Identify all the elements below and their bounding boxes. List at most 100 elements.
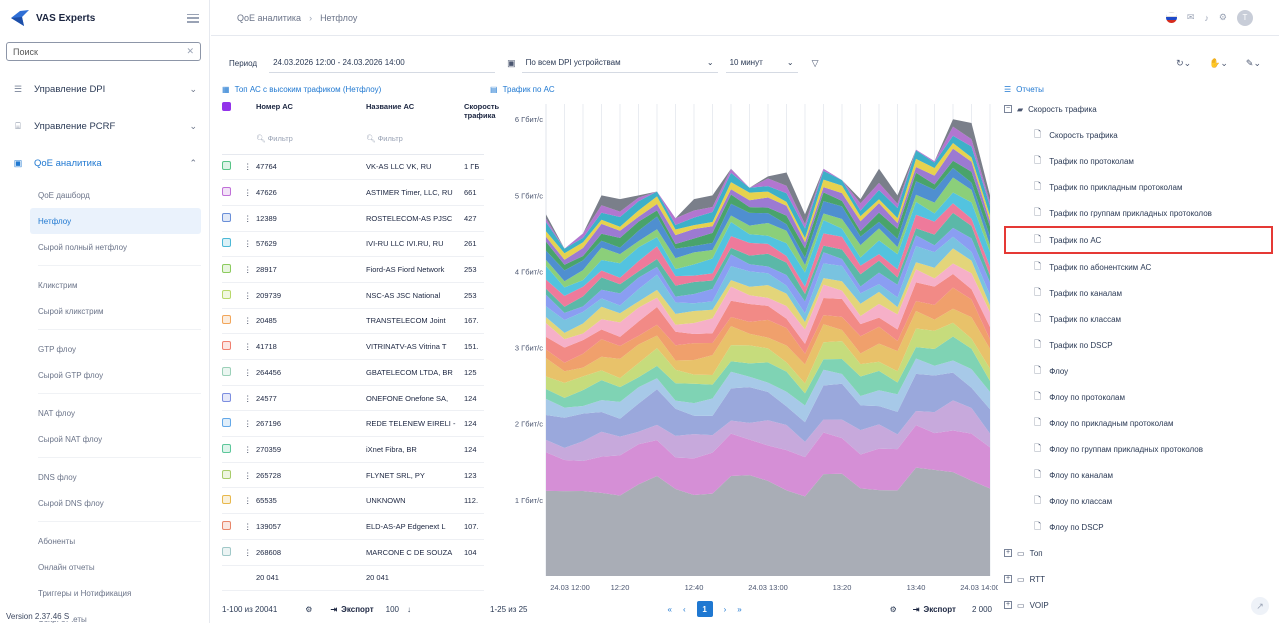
notification-icon[interactable]: ♪ (1204, 13, 1209, 23)
sidebar-item-dns[interactable]: DNS флоу (0, 464, 209, 490)
page-size-select[interactable]: 2 000 (972, 605, 992, 614)
drag-handle-icon[interactable]: ⋮ (244, 256, 256, 283)
table-row[interactable]: ⋮ 47764 VK-AS LLC VK, RU 1 ГБ (222, 154, 484, 181)
row-checkbox[interactable] (222, 289, 231, 299)
drag-handle-icon[interactable]: ⋮ (244, 359, 256, 386)
report-item[interactable]: 🗋 Флоу по группам прикладных протоколов (1004, 436, 1279, 462)
report-item[interactable]: 🗋 Трафик по каналам (1004, 280, 1279, 306)
report-item[interactable]: 🗋 Трафик по АС (1004, 226, 1273, 254)
brush-icon[interactable]: ✎⌄ (1246, 58, 1261, 69)
filter-icon[interactable]: ▽ (812, 58, 819, 69)
row-checkbox[interactable] (222, 418, 231, 428)
period-field[interactable]: 24.03.2026 12:00 - 24.03.2026 14:00 (269, 54, 496, 73)
report-group-speed[interactable]: − ▰ Скорость трафика (1004, 96, 1279, 122)
drag-handle-icon[interactable]: ⋮ (244, 385, 256, 412)
refresh-icon[interactable]: ↻⌄ (1176, 58, 1191, 69)
col-header-as-name[interactable]: Название АС (366, 96, 464, 124)
report-item[interactable]: 🗋 Трафик по DSCP (1004, 332, 1279, 358)
report-item[interactable]: 🗋 Трафик по протоколам (1004, 148, 1279, 174)
report-item[interactable]: 🗋 Флоу по классам (1004, 488, 1279, 514)
current-page[interactable]: 1 (696, 601, 713, 617)
table-row[interactable]: ⋮ 268608 MARCONE C DE SOUZA 104 (222, 539, 484, 566)
table-row[interactable]: ⋮ 270359 iXnet Fibra, BR 124 (222, 436, 484, 463)
expand-icon[interactable]: + (1004, 575, 1012, 583)
search-input[interactable] (13, 46, 187, 57)
row-checkbox[interactable] (222, 264, 231, 274)
drag-handle-icon[interactable]: ⋮ (244, 179, 256, 206)
sidebar-item-raw-dns[interactable]: Сырой DNS флоу (0, 490, 209, 516)
first-page-icon[interactable]: « (668, 605, 672, 614)
report-item[interactable]: 🗋 Трафик по абонентским АС (1004, 254, 1279, 280)
drag-handle-icon[interactable]: ⋮ (244, 205, 256, 232)
arrow-down-icon[interactable]: ↓ (407, 605, 411, 614)
table-row[interactable]: ⋮ 139057 ELD-AS-AP Edgenext L 107. (222, 513, 484, 540)
menu-toggle-icon[interactable] (187, 13, 199, 23)
col-header-as-number[interactable]: Номер АС (256, 96, 366, 124)
row-checkbox[interactable] (222, 366, 231, 376)
mail-icon[interactable]: ✉ (1187, 12, 1195, 23)
sidebar-item-triggers[interactable]: Триггеры и Нотификация (0, 580, 209, 606)
table-row[interactable]: ⋮ 267196 REDE TELENEW EIRELI -124 (222, 410, 484, 438)
report-item[interactable]: 🗋 Флоу (1004, 358, 1279, 384)
sidebar-item-raw-netflow[interactable]: Сырой полный нетфлоу (0, 234, 209, 260)
table-row[interactable]: ⋮ 12389 ROSTELECOM-AS PJSC 427 (222, 205, 484, 232)
sidebar-search[interactable]: ✕ (6, 42, 201, 61)
drag-handle-icon[interactable]: ⋮ (244, 154, 256, 181)
settings-icon[interactable]: ⚙ (1219, 12, 1227, 23)
drag-handle-icon[interactable]: ⋮ (244, 333, 256, 360)
table-row[interactable]: ⋮ 264456 GBATELECOM LTDA, BR 125 (222, 359, 484, 386)
report-item[interactable]: 🗋 Флоу по каналам (1004, 462, 1279, 488)
row-checkbox[interactable] (222, 161, 231, 171)
sidebar-item-raw-nat[interactable]: Сырой NAT флоу (0, 426, 209, 452)
report-item[interactable]: 🗋 Флоу по DSCP (1004, 514, 1279, 540)
expand-icon[interactable]: + (1004, 549, 1012, 557)
report-folder[interactable]: + ▭ Топ (1004, 540, 1279, 566)
table-row[interactable]: ⋮ 209739 NSC-AS JSC National 253 (222, 282, 484, 309)
as-name-filter[interactable]: 🔍︎ Фильтр (366, 124, 464, 155)
table-row[interactable]: ⋮ 65535 UNKNOWN 112. (222, 487, 484, 515)
export-button[interactable]: ⇥ Экспорт (913, 605, 956, 614)
report-item[interactable]: 🗋 Скорость трафика (1004, 122, 1279, 148)
row-checkbox[interactable] (222, 546, 231, 556)
row-checkbox[interactable] (222, 187, 231, 197)
drag-handle-icon[interactable]: ⋮ (244, 308, 256, 335)
report-item[interactable]: 🗋 Флоу по протоколам (1004, 384, 1279, 410)
interval-select[interactable]: 10 минут ⌄ (725, 54, 798, 73)
clear-icon[interactable]: ✕ (186, 46, 194, 57)
drag-handle-icon[interactable]: ⋮ (244, 462, 256, 489)
breadcrumb-root[interactable]: QoE аналитика (237, 13, 301, 23)
prev-page-icon[interactable]: ‹ (683, 605, 686, 614)
drag-handle-icon[interactable]: ⋮ (244, 231, 256, 258)
nav-group-qoe[interactable]: ▣ QoE аналитика ⌃ (0, 145, 209, 182)
drag-handle-icon[interactable]: ⋮ (244, 436, 256, 463)
drag-handle-icon[interactable]: ⋮ (244, 513, 256, 540)
nav-group-pcrf[interactable]: ⌸ Управление PCRF ⌄ (0, 108, 209, 145)
col-header-speed[interactable]: Скорость трафика (464, 96, 499, 124)
row-checkbox[interactable] (222, 392, 231, 402)
traffic-area-chart[interactable]: 1 Гбит/с 2 Гбит/с 3 Гбит/с 4 Гбит/с 5 Гбит/с… (490, 96, 1000, 596)
table-row[interactable]: ⋮ 57629 IVI-RU LLC IVI.RU, RU 261 (222, 231, 484, 258)
page-size-select[interactable]: 100 (386, 605, 399, 614)
sidebar-item-online-reports[interactable]: Онлайн отчеты (0, 554, 209, 580)
sidebar-item-nat[interactable]: NAT флоу (0, 400, 209, 426)
table-row[interactable]: ⋮ 47626 ASTIMER Timer, LLC, RU 661 (222, 179, 484, 206)
sidebar-item-clickstream[interactable]: Кликстрим (0, 272, 209, 298)
next-page-icon[interactable]: › (724, 605, 727, 614)
drag-handle-icon[interactable]: ⋮ (244, 539, 256, 566)
row-checkbox[interactable] (222, 315, 231, 325)
drag-handle-icon[interactable]: ⋮ (244, 487, 256, 515)
table-row[interactable]: ⋮ 28917 Fiord-AS Fiord Network 253 (222, 256, 484, 283)
report-folder[interactable]: + ▭ VOIP (1004, 592, 1279, 618)
report-item[interactable]: 🗋 Трафик по прикладным протоколам (1004, 174, 1279, 200)
device-select[interactable]: По всем DPI устройствам ⌄ (521, 54, 718, 73)
settings-icon[interactable]: ⚙ (890, 605, 897, 614)
sidebar-item-raw-gtp[interactable]: Сырой GTP флоу (0, 362, 209, 388)
drag-handle-icon[interactable]: ⋮ (244, 282, 256, 309)
language-flag-icon[interactable] (1165, 12, 1177, 23)
settings-icon[interactable]: ⚙ (305, 605, 312, 614)
table-row[interactable]: ⋮ 20485 TRANSTELECOM Joint 167. (222, 308, 484, 335)
row-checkbox[interactable] (222, 469, 231, 479)
sidebar-item-qoe-dashboard[interactable]: QoE дашборд (0, 182, 209, 208)
row-checkbox[interactable] (222, 495, 231, 505)
calendar-icon[interactable]: ▣ (507, 58, 516, 69)
